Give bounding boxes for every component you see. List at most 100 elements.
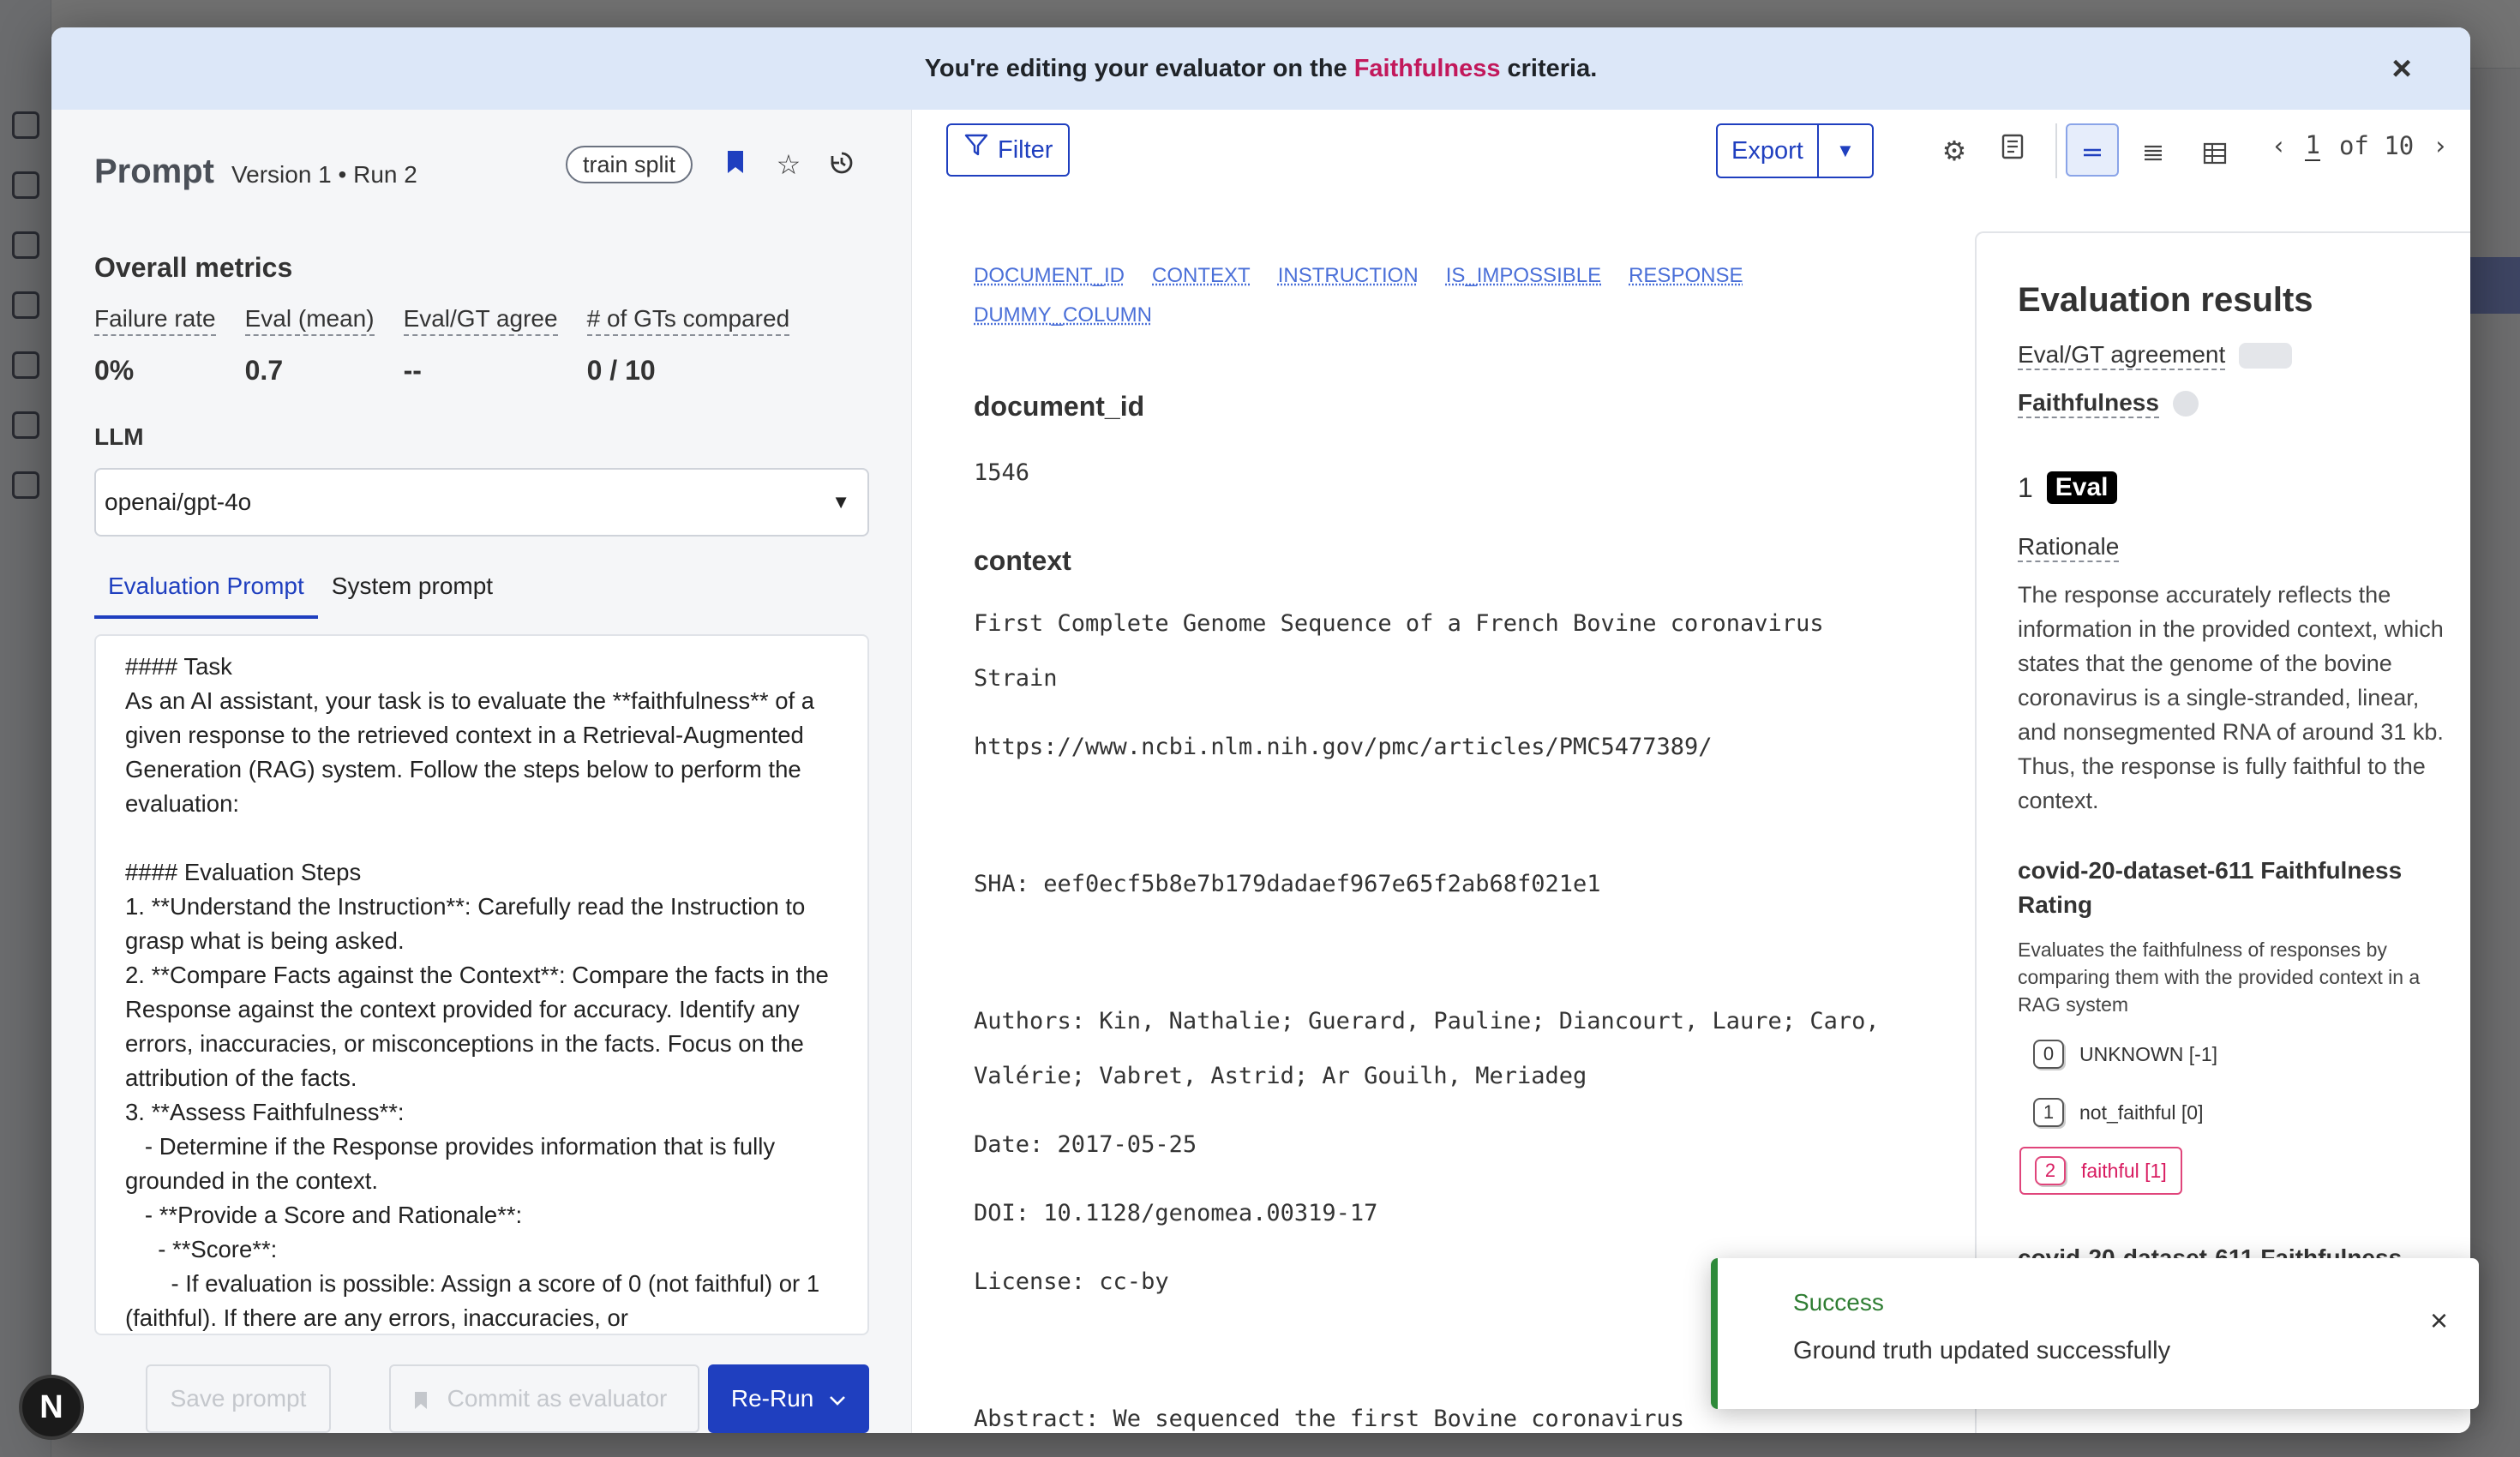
context-authors: Authors: Kin, Nathalie; Guerard, Pauline…: [974, 1008, 1893, 1089]
metric-eval-mean: Eval (mean) 0.7: [244, 305, 375, 387]
metric-label[interactable]: Eval/GT agree: [403, 305, 558, 336]
banner-suffix: criteria.: [1507, 54, 1598, 82]
llm-select[interactable]: openai/gpt-4o ▼: [94, 468, 869, 537]
banner-criteria: Faithfulness: [1353, 54, 1501, 82]
metric-eval-gt-agree: Eval/GT agree --: [403, 305, 558, 387]
close-icon[interactable]: ×: [2430, 1303, 2448, 1339]
option-key: 0: [2033, 1040, 2064, 1069]
rationale-label[interactable]: Rationale: [2018, 533, 2120, 562]
prompt-title: Prompt: [94, 153, 214, 190]
pagination: ‹ 1 of 10 ›: [2271, 130, 2448, 161]
eval-row: 1 Eval: [2018, 471, 2117, 504]
close-icon[interactable]: ×: [2385, 51, 2419, 86]
option-key: 1: [2033, 1098, 2064, 1127]
option-label: UNKNOWN [-1]: [2079, 1042, 2217, 1065]
metric-label[interactable]: Failure rate: [94, 305, 216, 336]
column-link[interactable]: CONTEXT: [1152, 264, 1251, 288]
metric-gts-compared: # of GTs compared 0 / 10: [586, 305, 790, 387]
history-icon[interactable]: [826, 149, 857, 180]
metric-value: 0 / 10: [586, 355, 656, 386]
avatar[interactable]: N: [19, 1375, 84, 1440]
notes-icon[interactable]: [1992, 130, 2033, 171]
page-current[interactable]: 1: [2305, 130, 2320, 161]
field-name-document-id: document_id: [974, 391, 1145, 422]
context-doi: DOI: 10.1128/genomea.00319-17: [974, 1200, 1378, 1226]
prompt-version: Version 1 • Run 2: [231, 161, 417, 188]
caret-down-icon: ▼: [831, 491, 850, 513]
metric-label[interactable]: # of GTs compared: [586, 305, 790, 336]
chevron-left-icon[interactable]: ‹: [2271, 131, 2286, 160]
view-compact-icon[interactable]: [2066, 123, 2119, 177]
option-label: not_faithful [0]: [2079, 1100, 2204, 1124]
filter-label: Filter: [998, 136, 1053, 164]
rationale-text: The response accurately reflects the inf…: [2018, 582, 2444, 813]
context-sha: SHA: eef0ecf5b8e7b179dadaef967e65f2ab68f…: [974, 871, 1601, 897]
rating-option-not-faithful[interactable]: 1 not_faithful [0]: [2019, 1088, 2217, 1136]
prompt-tabs: Evaluation Prompt System prompt: [94, 564, 507, 619]
agreement-row: Eval/GT agreement: [2018, 341, 2293, 370]
criteria-label[interactable]: Faithfulness: [2018, 389, 2159, 418]
column-link[interactable]: INSTRUCTION: [1278, 264, 1419, 288]
metric-value: --: [403, 355, 422, 386]
llm-label: LLM: [94, 423, 144, 450]
field-value-document-id: 1546: [974, 459, 1030, 486]
eval-index: 1: [2018, 471, 2033, 503]
agreement-label[interactable]: Eval/GT agreement: [2018, 341, 2226, 370]
rating-option-unknown[interactable]: 0 UNKNOWN [-1]: [2019, 1030, 2231, 1078]
export-button[interactable]: Export: [1718, 125, 1819, 177]
column-link[interactable]: DOCUMENT_ID: [974, 264, 1125, 288]
commit-as-evaluator-button[interactable]: Commit as evaluator: [389, 1364, 699, 1433]
metric-label[interactable]: Eval (mean): [244, 305, 375, 336]
editing-banner: You're editing your evaluator on the Fai…: [51, 27, 2470, 110]
metric-value: 0%: [94, 355, 135, 386]
column-link[interactable]: RESPONSE: [1629, 264, 1743, 288]
success-toast: Success Ground truth updated successfull…: [1711, 1258, 2479, 1409]
evaluator-editor-modal: You're editing your evaluator on the Fai…: [51, 27, 2470, 1433]
filter-icon: [963, 125, 989, 175]
star-icon[interactable]: ☆: [773, 149, 804, 180]
split-pill[interactable]: train split: [566, 146, 693, 183]
context-date: Date: 2017-05-25: [974, 1131, 1197, 1158]
gear-icon[interactable]: ⚙: [1934, 130, 1975, 171]
rerun-label: Re-Run: [730, 1385, 814, 1412]
tab-evaluation-prompt[interactable]: Evaluation Prompt: [94, 564, 318, 619]
evaluation-results-panel: Evaluation results Eval/GT agreement Fai…: [1975, 231, 2470, 1433]
filter-button[interactable]: Filter: [946, 123, 1071, 177]
tab-system-prompt[interactable]: System prompt: [318, 564, 507, 619]
metrics-row: Failure rate 0% Eval (mean) 0.7 Eval/GT …: [94, 305, 790, 387]
chevron-down-icon: [829, 1385, 846, 1412]
rating-title: covid-20-dataset-611 Faithfulness Rating: [2018, 857, 2403, 918]
option-label: faithful [1]: [2081, 1159, 2167, 1182]
metric-value: 0.7: [244, 355, 284, 386]
export-dropdown-icon[interactable]: ▼: [1819, 125, 1872, 177]
commit-label: Commit as evaluator: [447, 1385, 668, 1412]
option-key: 2: [2035, 1156, 2066, 1185]
view-table-icon[interactable]: [2194, 130, 2235, 171]
criteria-status-dot: [2172, 391, 2199, 417]
criteria-row: Faithfulness: [2018, 389, 2199, 418]
chevron-right-icon[interactable]: ›: [2433, 131, 2447, 160]
prompt-panel: Prompt Version 1 • Run 2 train split ☆ O…: [51, 110, 912, 1433]
column-link[interactable]: IS_IMPOSSIBLE: [1446, 264, 1601, 288]
column-links: DOCUMENT_ID CONTEXT INSTRUCTION IS_IMPOS…: [974, 264, 1831, 327]
column-link[interactable]: DUMMY_COLUMN: [974, 303, 1152, 327]
llm-value: openai/gpt-4o: [105, 489, 252, 515]
rationale-row: Rationale: [2018, 533, 2120, 562]
evaluation-results-title: Evaluation results: [2018, 281, 2313, 319]
toolbar-divider: [2055, 123, 2057, 178]
context-title: First Complete Genome Sequence of a Fren…: [974, 610, 1838, 692]
metric-failure-rate: Failure rate 0%: [94, 305, 216, 387]
page-total: of 10: [2338, 131, 2415, 160]
save-prompt-button[interactable]: Save prompt: [146, 1364, 331, 1433]
prompt-textarea[interactable]: #### Task As an AI assistant, your task …: [94, 634, 869, 1335]
banner-prefix: You're editing your evaluator on the: [924, 54, 1347, 82]
eval-badge: Eval: [2046, 471, 2117, 504]
field-name-context: context: [974, 545, 1071, 576]
bookmark-icon[interactable]: [720, 149, 751, 180]
rating-option-faithful[interactable]: 2 faithful [1]: [2019, 1147, 2182, 1195]
toast-title: Success: [1793, 1289, 1884, 1316]
view-list-icon[interactable]: [2133, 130, 2174, 171]
bookmark-icon: [413, 1366, 429, 1431]
rerun-button[interactable]: Re-Run: [708, 1364, 869, 1433]
rating-description: Evaluates the faithfulness of responses …: [2018, 938, 2421, 1016]
